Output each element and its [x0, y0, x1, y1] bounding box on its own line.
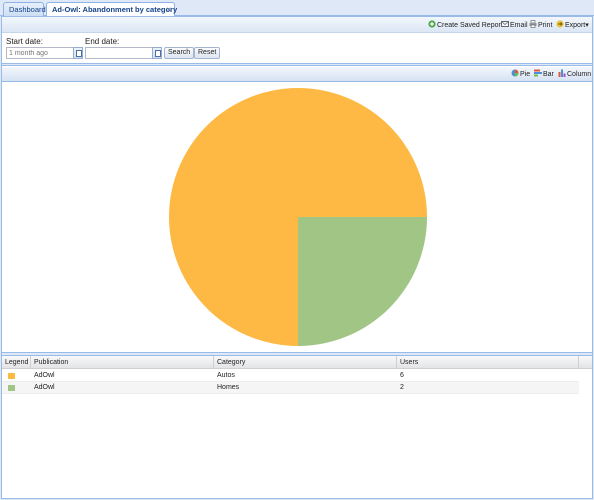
- header-publication[interactable]: Publication: [31, 356, 214, 369]
- publication-cell: AdOwl: [34, 384, 55, 391]
- users-cell: 6: [400, 372, 404, 379]
- email-label: Email: [510, 22, 528, 29]
- tab-label: Ad-Owl: Abandonment by category: [52, 5, 178, 14]
- column-label: Column: [567, 71, 592, 78]
- header-category[interactable]: Category: [214, 356, 397, 369]
- end-date-label: End date:: [85, 37, 120, 46]
- legend-swatch: [8, 385, 15, 391]
- category-cell: Homes: [217, 384, 240, 391]
- search-button[interactable]: Search: [164, 47, 195, 59]
- pie-label: Pie: [520, 71, 531, 78]
- header-legend[interactable]: Legend: [2, 356, 31, 369]
- header-users[interactable]: Users: [397, 356, 579, 369]
- create-saved-report-label: Create Saved Report: [437, 22, 503, 29]
- tab-dashboard[interactable]: Dashboard: [3, 2, 46, 16]
- create-saved-report-button[interactable]: Create Saved Report: [428, 20, 503, 30]
- start-date-calendar-icon[interactable]: [73, 47, 83, 59]
- print-label: Print: [538, 22, 553, 29]
- data-grid: Legend Publication Category Users AdOwl …: [2, 356, 592, 498]
- users-cell: 2: [400, 384, 404, 391]
- report-toolbar: Create Saved Report Email Print Export▾: [2, 17, 592, 33]
- pie-chart-icon: [511, 69, 519, 77]
- table-row[interactable]: AdOwl Autos 6: [2, 370, 579, 382]
- tab-abandonment-by-category[interactable]: Ad-Owl: Abandonment by category ×: [46, 2, 178, 17]
- end-date-calendar-icon[interactable]: [152, 47, 162, 59]
- pie-chart: [169, 88, 427, 346]
- add-icon: [428, 20, 436, 28]
- start-date-label: Start date:: [6, 37, 43, 46]
- publication-cell: AdOwl: [34, 372, 55, 379]
- export-icon: [556, 20, 564, 28]
- bar-chart-icon: [534, 69, 542, 77]
- pie-chart-button[interactable]: Pie: [511, 69, 530, 79]
- chart-area: [2, 82, 592, 352]
- email-icon: [501, 21, 509, 27]
- category-cell: Autos: [217, 372, 235, 379]
- start-date-input[interactable]: [6, 47, 74, 59]
- bar-label: Bar: [543, 71, 554, 78]
- legend-swatch: [8, 373, 15, 379]
- end-date-input[interactable]: [85, 47, 153, 59]
- printer-icon: [529, 20, 537, 28]
- pie-slice-homes[interactable]: [298, 217, 427, 346]
- chart-type-toolbar: Pie Bar Column: [2, 67, 592, 82]
- section-divider: [2, 63, 592, 66]
- column-chart-button[interactable]: Column: [558, 69, 591, 79]
- export-button[interactable]: Export▾: [556, 20, 589, 30]
- report-panel: Create Saved Report Email Print Export▾ …: [1, 16, 593, 499]
- table-row[interactable]: AdOwl Homes 2: [2, 382, 579, 394]
- print-button[interactable]: Print: [529, 20, 552, 30]
- email-button[interactable]: Email: [501, 20, 528, 30]
- bar-chart-button[interactable]: Bar: [534, 69, 554, 79]
- chevron-down-icon: ▾: [585, 22, 589, 29]
- column-chart-icon: [558, 69, 566, 77]
- reset-button[interactable]: Reset: [194, 47, 221, 59]
- export-label: Export: [565, 22, 586, 29]
- tab-bar: Dashboard Ad-Owl: Abandonment by categor…: [0, 0, 594, 17]
- grid-header: Legend Publication Category Users: [2, 356, 592, 369]
- close-icon[interactable]: ×: [166, 3, 171, 16]
- date-filter-form: Start date: End date: Search Reset: [2, 34, 592, 64]
